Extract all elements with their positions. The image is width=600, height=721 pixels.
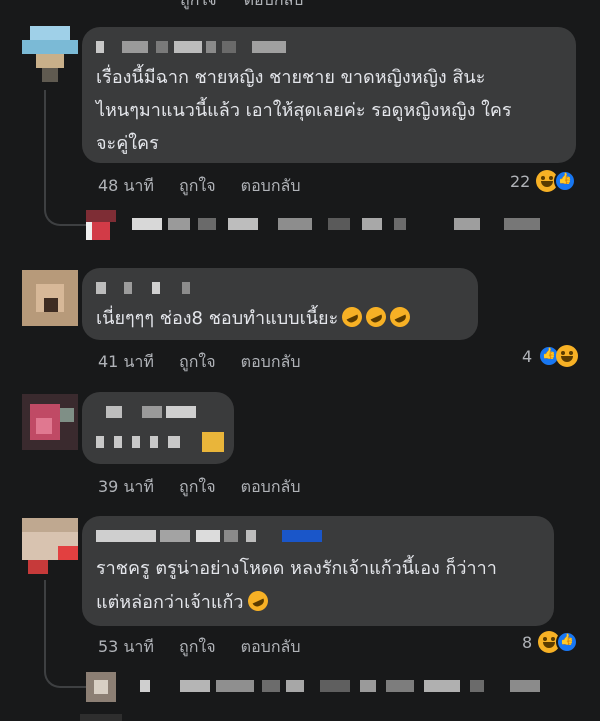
- reply-link[interactable]: ตอบกลับ: [241, 475, 301, 500]
- comment-meta: 53 นาที ถูกใจ ตอบกลับ: [98, 635, 300, 660]
- comment-meta: 48 นาที ถูกใจ ตอบกลับ: [98, 174, 300, 199]
- like-reaction-icon: [556, 631, 579, 653]
- top-partial-meta: ถูกใจ ตอบกลับ: [180, 0, 303, 13]
- like-link[interactable]: ถูกใจ: [179, 635, 216, 660]
- comment-text: ราชครู ตรูน่าอย่างโหดด หลงรักเจ้าแก้วนี้…: [96, 558, 497, 579]
- reaction-summary[interactable]: 8: [522, 631, 579, 653]
- reply-avatar[interactable]: [86, 672, 116, 702]
- reaction-count: 4: [522, 346, 533, 366]
- reply-link[interactable]: ตอบกลับ: [241, 350, 301, 375]
- comment-text: จะคู่ใคร: [96, 133, 159, 154]
- haha-reaction-icon: [556, 345, 579, 367]
- timestamp[interactable]: 41 นาที: [98, 350, 154, 375]
- rofl-emoji-icon: [386, 303, 414, 331]
- avatar[interactable]: [22, 394, 78, 450]
- commenter-name[interactable]: [96, 526, 336, 546]
- reply-preview-text[interactable]: [140, 676, 580, 696]
- comment-bubble: เรื่องนี้มีฉาก ชายหญิง ชายชาย ขาดหญิงหญิ…: [82, 27, 576, 163]
- comment-text: แต่หล่อกว่าเจ้าแก้ว: [96, 586, 271, 619]
- like-reaction-icon: [554, 170, 577, 192]
- comment-meta: 41 นาที ถูกใจ ตอบกลับ: [98, 350, 300, 375]
- thread-line: [44, 580, 46, 650]
- reply-link[interactable]: ตอบกลับ: [241, 635, 301, 660]
- reaction-count: 8: [522, 632, 533, 652]
- comment-text: [96, 432, 226, 452]
- reply-avatar[interactable]: [86, 210, 116, 240]
- like-link[interactable]: ถูกใจ: [179, 475, 216, 500]
- avatar[interactable]: [22, 270, 78, 326]
- thread-connector: [44, 650, 86, 688]
- thread-line: [44, 90, 46, 190]
- avatar[interactable]: [22, 518, 78, 574]
- reaction-summary[interactable]: 22: [510, 170, 577, 192]
- like-link[interactable]: ถูกใจ: [179, 350, 216, 375]
- next-avatar-edge: [80, 714, 122, 721]
- comment-text: เนี่ยๆๆๆ ช่อง8 ชอบทำแบบเนี้ยะ: [96, 302, 414, 335]
- reaction-summary[interactable]: 4: [522, 345, 579, 367]
- thread-connector: [44, 188, 86, 226]
- like-link[interactable]: ถูกใจ: [179, 174, 216, 199]
- rofl-emoji-icon: [338, 303, 366, 331]
- comment-bubble: [82, 392, 234, 464]
- reaction-count: 22: [510, 171, 531, 191]
- reply-preview-text[interactable]: [132, 214, 572, 234]
- timestamp[interactable]: 53 นาที: [98, 635, 154, 660]
- timestamp[interactable]: 39 นาที: [98, 475, 154, 500]
- like-link[interactable]: ถูกใจ: [180, 0, 217, 13]
- commenter-name[interactable]: [96, 37, 296, 57]
- rofl-emoji-icon: [362, 303, 390, 331]
- comment-text: ไหนๆมาแนวนี้แล้ว เอาให้สุดเลยค่ะ รอดูหญิ…: [96, 100, 512, 121]
- comment-bubble: ราชครู ตรูน่าอย่างโหดด หลงรักเจ้าแก้วนี้…: [82, 516, 554, 626]
- reply-link[interactable]: ตอบกลับ: [244, 0, 304, 13]
- commenter-name[interactable]: [106, 402, 226, 422]
- rofl-emoji-icon: [244, 587, 271, 615]
- comment-bubble: เนี่ยๆๆๆ ช่อง8 ชอบทำแบบเนี้ยะ: [82, 268, 478, 340]
- avatar[interactable]: [22, 26, 78, 82]
- comment-text: เรื่องนี้มีฉาก ชายหญิง ชายชาย ขาดหญิงหญิ…: [96, 67, 486, 88]
- commenter-name[interactable]: [96, 278, 196, 298]
- reply-link[interactable]: ตอบกลับ: [241, 174, 301, 199]
- timestamp[interactable]: 48 นาที: [98, 174, 154, 199]
- comment-meta: 39 นาที ถูกใจ ตอบกลับ: [98, 475, 300, 500]
